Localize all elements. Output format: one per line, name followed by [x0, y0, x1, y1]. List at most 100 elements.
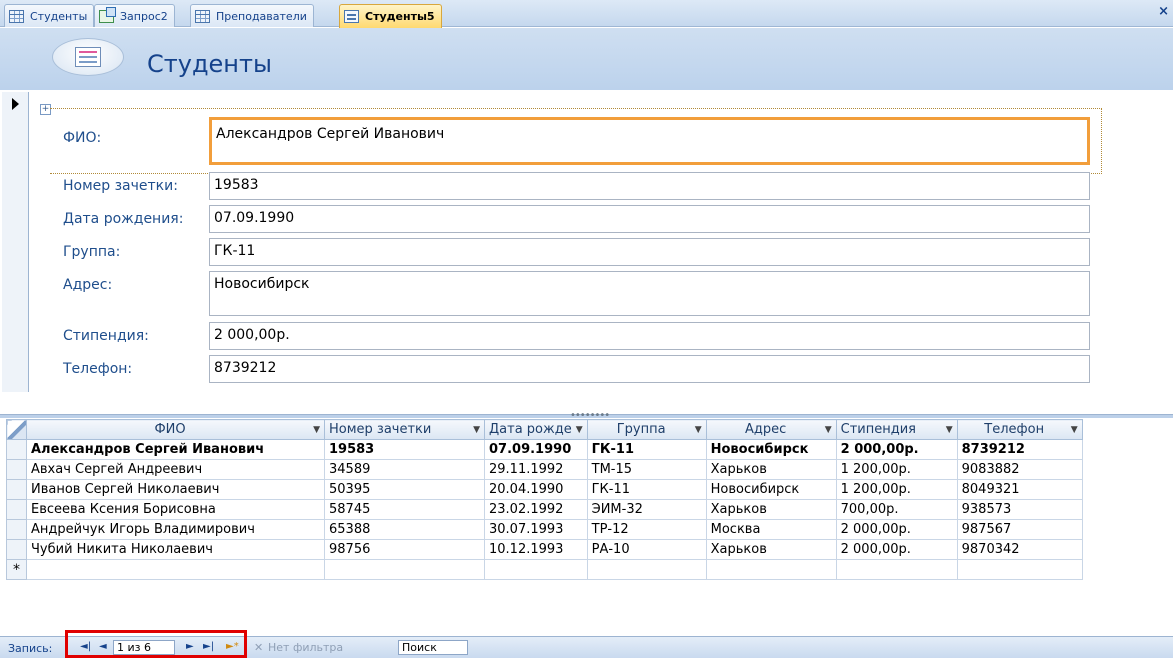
cell-phone[interactable]: 987567 [956, 519, 1083, 540]
table-row[interactable]: Иванов Сергей Николаевич 50395 20.04.199… [6, 479, 1163, 500]
tab-teachers-table[interactable]: Преподаватели [190, 4, 314, 27]
cell-group[interactable]: РА-10 [586, 539, 707, 560]
column-header-phone[interactable]: Телефон ▼ [956, 419, 1083, 440]
cell-birth-date[interactable] [484, 559, 588, 580]
select-all-corner[interactable] [6, 419, 27, 440]
cell-stipend[interactable]: 1 200,00р. [835, 459, 958, 480]
cell-record-book[interactable]: 65388 [324, 519, 485, 540]
table-row[interactable]: Авхач Сергей Андреевич 34589 29.11.1992 … [6, 459, 1163, 480]
cell-address[interactable]: Харьков [705, 539, 837, 560]
cell-address[interactable]: Харьков [705, 499, 837, 520]
cell-record-book[interactable]: 19583 [324, 439, 485, 460]
cell-fio[interactable]: Иванов Сергей Николаевич [26, 479, 325, 500]
cell-phone[interactable]: 9870342 [956, 539, 1083, 560]
new-record-marker[interactable]: * [6, 559, 27, 580]
row-selector[interactable] [6, 539, 27, 560]
cell-birth-date[interactable]: 30.07.1993 [484, 519, 588, 540]
cell-record-book[interactable]: 58745 [324, 499, 485, 520]
cell-birth-date[interactable]: 23.02.1992 [484, 499, 588, 520]
cell-record-book[interactable]: 98756 [324, 539, 485, 560]
cell-fio[interactable]: Авхач Сергей Андреевич [26, 459, 325, 480]
cell-record-book[interactable] [324, 559, 485, 580]
cell-record-book[interactable]: 34589 [324, 459, 485, 480]
cell-fio[interactable] [26, 559, 325, 580]
table-row[interactable]: Александров Сергей Иванович 19583 07.09.… [6, 439, 1163, 460]
chevron-down-icon[interactable]: ▼ [695, 425, 702, 435]
cell-address[interactable]: Москва [705, 519, 837, 540]
cell-stipend[interactable] [835, 559, 958, 580]
chevron-down-icon[interactable]: ▼ [473, 425, 480, 435]
cell-group[interactable]: ЭИМ-32 [586, 499, 707, 520]
tab-students5-form[interactable]: Студенты5 [339, 4, 442, 28]
column-header-stipend[interactable]: Стипендия ▼ [835, 419, 958, 440]
cell-phone[interactable]: 938573 [956, 499, 1083, 520]
cell-birth-date[interactable]: 07.09.1990 [484, 439, 588, 460]
empty-cell [1082, 460, 1162, 480]
cell-address[interactable]: Новосибирск [705, 479, 837, 500]
chevron-down-icon[interactable]: ▼ [313, 425, 320, 435]
row-selector[interactable] [6, 499, 27, 520]
cell-fio[interactable]: Чубий Никита Николаевич [26, 539, 325, 560]
tab-students-table[interactable]: Студенты [4, 4, 95, 27]
cell-group[interactable]: ТР-12 [586, 519, 707, 540]
field-address[interactable]: Новосибирск [209, 271, 1090, 316]
record-label: Запись: [8, 642, 53, 655]
close-tab-icon[interactable]: × [1158, 4, 1169, 19]
cell-stipend[interactable]: 2 000,00р. [835, 519, 958, 540]
chevron-down-icon[interactable]: ▼ [576, 425, 583, 435]
empty-cell [1082, 520, 1162, 540]
column-header-fio[interactable]: ФИО ▼ [26, 419, 325, 440]
cell-fio[interactable]: Александров Сергей Иванович [26, 439, 325, 460]
table-row[interactable]: Евсеева Ксения Борисовна 58745 23.02.199… [6, 499, 1163, 520]
cell-fio[interactable]: Андрейчук Игорь Владимирович [26, 519, 325, 540]
field-group[interactable]: ГК-11 [209, 238, 1090, 266]
cell-phone[interactable] [956, 559, 1083, 580]
cell-stipend[interactable]: 2 000,00р. [835, 439, 958, 460]
empty-cell [1082, 440, 1162, 460]
cell-group[interactable]: ГК-11 [586, 439, 707, 460]
table-row[interactable]: Чубий Никита Николаевич 98756 10.12.1993… [6, 539, 1163, 560]
new-record-row[interactable]: * [6, 559, 1163, 580]
column-header-group[interactable]: Группа ▼ [586, 419, 707, 440]
field-birth-date[interactable]: 07.09.1990 [209, 205, 1090, 233]
field-phone[interactable]: 8739212 [209, 355, 1090, 383]
cell-group[interactable]: ГК-11 [586, 479, 707, 500]
query-icon [99, 6, 116, 23]
column-header-record-book[interactable]: Номер зачетки ▼ [324, 419, 485, 440]
cell-fio[interactable]: Евсеева Ксения Борисовна [26, 499, 325, 520]
cell-phone[interactable]: 8739212 [956, 439, 1083, 460]
field-fio[interactable]: Александров Сергей Иванович [209, 117, 1090, 165]
cell-stipend[interactable]: 2 000,00р. [835, 539, 958, 560]
row-selector[interactable] [6, 479, 27, 500]
field-record-book-number[interactable]: 19583 [209, 172, 1090, 200]
cell-record-book[interactable]: 50395 [324, 479, 485, 500]
search-input[interactable]: Поиск [398, 640, 468, 655]
cell-birth-date[interactable]: 10.12.1993 [484, 539, 588, 560]
cell-birth-date[interactable]: 29.11.1992 [484, 459, 588, 480]
chevron-down-icon[interactable]: ▼ [1071, 425, 1078, 435]
row-selector[interactable] [6, 439, 27, 460]
chevron-down-icon[interactable]: ▼ [946, 425, 953, 435]
cell-birth-date[interactable]: 20.04.1990 [484, 479, 588, 500]
cell-group[interactable] [586, 559, 707, 580]
record-selector[interactable] [2, 92, 29, 392]
row-selector[interactable] [6, 459, 27, 480]
cell-address[interactable]: Харьков [705, 459, 837, 480]
filter-status-button[interactable]: Нет фильтра [268, 641, 343, 654]
tab-query2[interactable]: Запрос2 [94, 4, 175, 27]
cell-address[interactable]: Новосибирск [705, 439, 837, 460]
cell-stipend[interactable]: 1 200,00р. [835, 479, 958, 500]
column-header-birth-date[interactable]: Дата рожде ▼ [484, 419, 588, 440]
cell-stipend[interactable]: 700,00р. [835, 499, 958, 520]
cell-address[interactable] [705, 559, 837, 580]
column-header-address[interactable]: Адрес ▼ [705, 419, 837, 440]
tab-label: Студенты [30, 9, 88, 23]
table-row[interactable]: Андрейчук Игорь Владимирович 65388 30.07… [6, 519, 1163, 540]
filter-icon[interactable]: ✕ [254, 641, 263, 654]
cell-phone[interactable]: 8049321 [956, 479, 1083, 500]
row-selector[interactable] [6, 519, 27, 540]
cell-phone[interactable]: 9083882 [956, 459, 1083, 480]
chevron-down-icon[interactable]: ▼ [825, 425, 832, 435]
field-stipend[interactable]: 2 000,00р. [209, 322, 1090, 350]
cell-group[interactable]: ТМ-15 [586, 459, 707, 480]
